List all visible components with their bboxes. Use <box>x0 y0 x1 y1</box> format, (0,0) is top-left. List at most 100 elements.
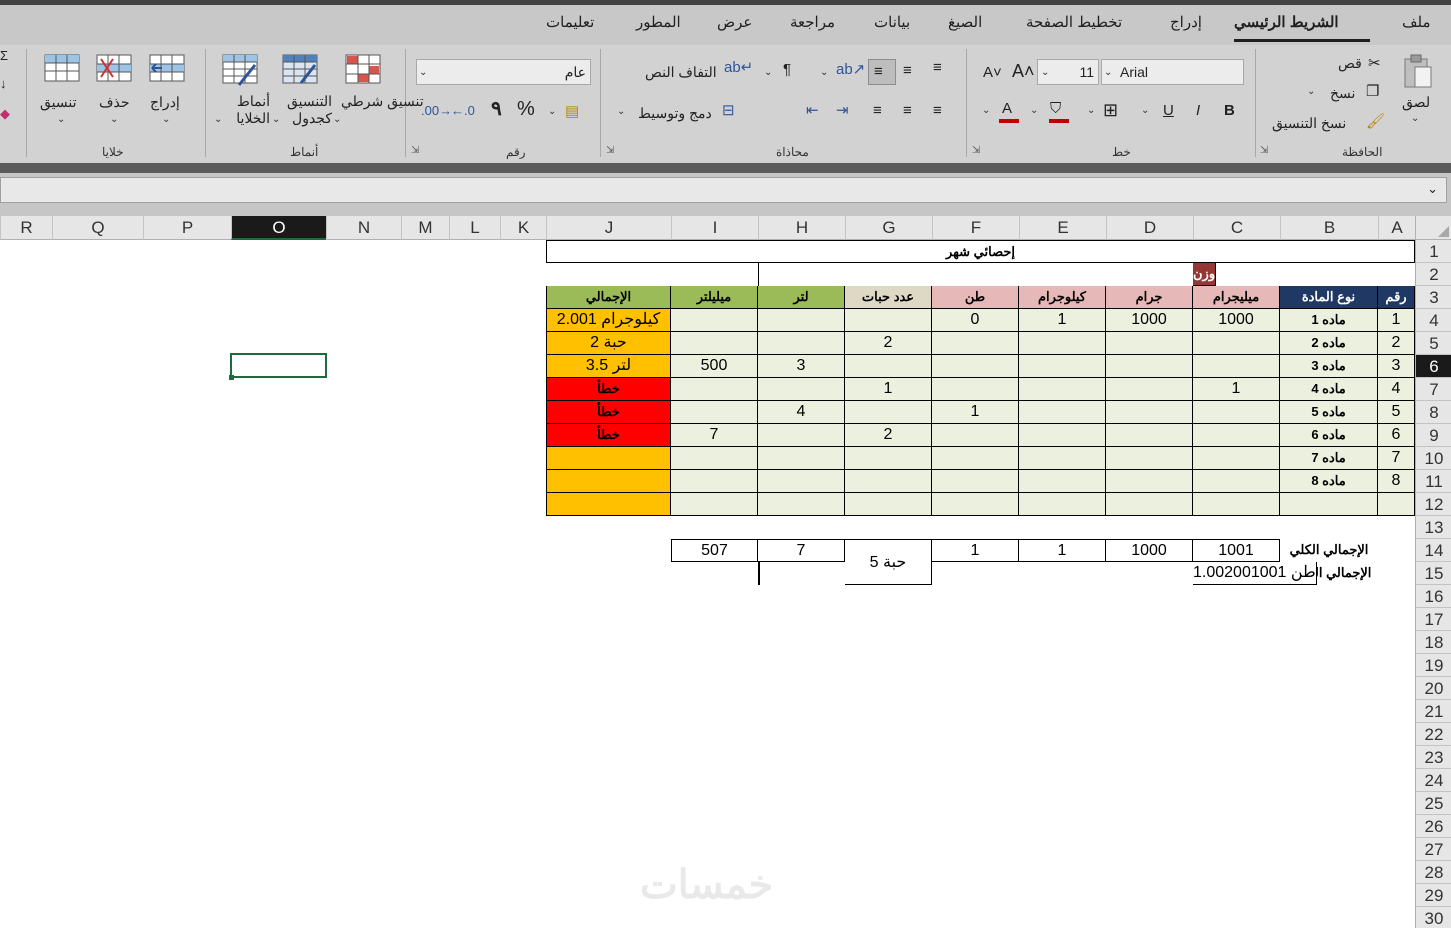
tab-review[interactable]: مراجعة <box>790 13 835 31</box>
cell-mg-4[interactable]: 1 <box>1193 378 1280 401</box>
column-header-l[interactable]: L <box>449 216 500 240</box>
format-painter-button[interactable]: نسخ التنسيق <box>1272 115 1346 132</box>
orientation-icon[interactable]: ab↗ <box>836 61 865 79</box>
cell-liter-4[interactable] <box>758 378 845 401</box>
autosum-icon[interactable]: Σ <box>0 47 8 65</box>
alignment-launcher-icon[interactable]: ⇲ <box>606 145 614 156</box>
row-header-3[interactable]: 3 <box>1416 286 1451 309</box>
column-header-r[interactable]: R <box>0 216 52 240</box>
underline-dropdown-icon[interactable]: ⌄ <box>1141 105 1149 116</box>
cell-total-5[interactable]: خطأ <box>546 401 671 424</box>
merge-center-button[interactable]: دمج وتوسيط <box>638 105 712 122</box>
column-header-i[interactable]: I <box>671 216 758 240</box>
cell-mg-8[interactable] <box>1193 470 1280 493</box>
cell-ml-5[interactable] <box>671 401 758 424</box>
align-top-icon[interactable]: ≡ <box>933 59 942 77</box>
merge-center-icon[interactable]: ⊟ <box>722 102 735 120</box>
cell-liter-3[interactable]: 3 <box>758 355 845 378</box>
column-header-k[interactable]: K <box>500 216 546 240</box>
cell-mg-3[interactable] <box>1193 355 1280 378</box>
cell-ml-6[interactable]: 7 <box>671 424 758 447</box>
cell-total-7[interactable] <box>546 447 671 470</box>
cell-empty-12[interactable] <box>845 493 932 516</box>
cell-total-8[interactable] <box>546 470 671 493</box>
align-left-icon[interactable]: ≡ <box>873 102 882 120</box>
italic-button[interactable]: I <box>1196 102 1200 120</box>
format-as-table-button[interactable]: التنسيق كجدول <box>276 93 332 127</box>
align-center-icon[interactable]: ≡ <box>903 102 912 120</box>
tab-formulas[interactable]: الصيغ <box>948 13 982 31</box>
column-header-a[interactable]: A <box>1378 216 1415 240</box>
row-header-9[interactable]: 9 <box>1416 424 1451 447</box>
column-header-d[interactable]: D <box>1106 216 1193 240</box>
select-all-button[interactable] <box>1415 216 1451 240</box>
row-header-30[interactable]: 30 <box>1416 907 1451 928</box>
cell-kg-1[interactable]: 1 <box>1019 309 1106 332</box>
cell-ton-1[interactable]: 0 <box>932 309 1019 332</box>
cell-kg-3[interactable] <box>1019 355 1106 378</box>
accounting-dropdown-icon[interactable]: ⌄ <box>548 106 556 117</box>
paste-button[interactable]: لصق <box>1402 94 1430 111</box>
cell-empty-12[interactable] <box>546 493 671 516</box>
row-header-8[interactable]: 8 <box>1416 401 1451 424</box>
cell-pills-8[interactable] <box>845 470 932 493</box>
cell-liter-5[interactable]: 4 <box>758 401 845 424</box>
format-cells-button[interactable]: تنسيق <box>40 94 77 111</box>
fill-color-icon[interactable]: ⛉ <box>1050 100 1061 118</box>
cell-ml-8[interactable] <box>671 470 758 493</box>
cell-type-5[interactable]: ماده 5 <box>1280 401 1378 424</box>
cell-kg-8[interactable] <box>1019 470 1106 493</box>
row-header-28[interactable]: 28 <box>1416 861 1451 884</box>
cell-empty-12[interactable] <box>1106 493 1193 516</box>
insert-dropdown-icon[interactable]: ⌄ <box>162 114 170 125</box>
cell-empty-12[interactable] <box>1378 493 1415 516</box>
header-kg[interactable]: كيلوجرام <box>1019 286 1106 309</box>
cell-total-6[interactable]: خطأ <box>546 424 671 447</box>
row-header-10[interactable]: 10 <box>1416 447 1451 470</box>
total-liter[interactable]: 7 <box>758 539 845 562</box>
cell-mg-5[interactable] <box>1193 401 1280 424</box>
format-cells-icon[interactable] <box>43 51 83 85</box>
total-mg[interactable]: 1001 <box>1193 539 1280 562</box>
copy-dropdown-icon[interactable]: ⌄ <box>1307 86 1315 97</box>
row-header-27[interactable]: 27 <box>1416 838 1451 861</box>
active-cell-selection[interactable] <box>230 353 327 378</box>
rtl-direction-icon[interactable]: ¶ <box>783 61 791 79</box>
cell-g-3[interactable] <box>1106 355 1193 378</box>
decrease-font-icon[interactable]: A˅ <box>983 64 1002 82</box>
cell-empty-12[interactable] <box>758 493 845 516</box>
quantity-group-header[interactable]: كمية <box>758 263 759 286</box>
cell-g-7[interactable] <box>1106 447 1193 470</box>
pills-total[interactable]: 5 حبة <box>845 539 932 585</box>
borders-icon[interactable]: ⊞ <box>1103 101 1118 119</box>
delete-dropdown-icon[interactable]: ⌄ <box>110 114 118 125</box>
insert-cells-button[interactable]: إدراج <box>150 94 180 111</box>
row-header-13[interactable]: 13 <box>1416 516 1451 539</box>
cell-styles-button[interactable]: أنماط الخلايا <box>222 93 270 127</box>
cell-ton-6[interactable] <box>932 424 1019 447</box>
cell-type-2[interactable]: ماده 2 <box>1280 332 1378 355</box>
cut-icon[interactable]: ✂ <box>1368 55 1381 73</box>
underline-button[interactable]: U <box>1163 102 1174 120</box>
cell-ton-8[interactable] <box>932 470 1019 493</box>
cell-ml-1[interactable] <box>671 309 758 332</box>
column-header-n[interactable]: N <box>326 216 401 240</box>
row-header-2[interactable]: 2 <box>1416 263 1451 286</box>
header-num[interactable]: رقم <box>1378 286 1415 309</box>
cell-empty-12[interactable] <box>1280 493 1378 516</box>
paste-dropdown-icon[interactable]: ⌄ <box>1411 113 1419 124</box>
column-header-j[interactable]: J <box>546 216 671 240</box>
number-format-dropdown-icon[interactable]: ⌄ <box>419 67 427 78</box>
accounting-format-icon[interactable]: ▤ <box>565 103 579 121</box>
cell-empty-12[interactable] <box>932 493 1019 516</box>
row-header-29[interactable]: 29 <box>1416 884 1451 907</box>
increase-indent-icon[interactable]: ⇥ <box>836 102 849 120</box>
font-launcher-icon[interactable]: ⇲ <box>972 145 980 156</box>
wrap-text-button[interactable]: التفاف النص <box>645 64 717 81</box>
cell-total-1[interactable]: 2.001 كيلوجرام <box>546 309 671 332</box>
row-header-4[interactable]: 4 <box>1416 309 1451 332</box>
cell-styles-icon[interactable] <box>221 53 261 87</box>
cell-ml-3[interactable]: 500 <box>671 355 758 378</box>
row-header-24[interactable]: 24 <box>1416 769 1451 792</box>
cell-num-4[interactable]: 4 <box>1378 378 1415 401</box>
